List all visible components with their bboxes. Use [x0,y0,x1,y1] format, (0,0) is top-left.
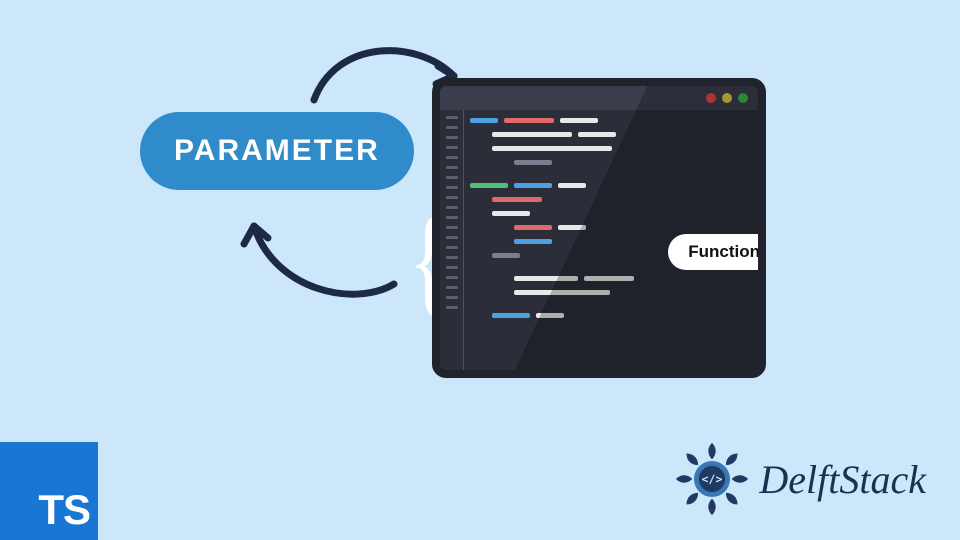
minimize-icon [722,93,732,103]
delftstack-text: DelftStack [759,456,926,503]
typescript-logo: TS [0,442,98,540]
function-pill: Function [668,234,766,270]
svg-text:</>: </> [702,472,723,486]
delftstack-emblem-icon: </> [671,438,753,520]
window-titlebar [440,86,758,110]
parameter-label: PARAMETER [174,134,380,167]
typescript-logo-text: TS [38,486,90,534]
function-label: Function [688,242,760,261]
close-icon [706,93,716,103]
maximize-icon [738,93,748,103]
arrow-bottom [224,190,414,310]
code-window: Function [432,78,766,378]
delftstack-logo: </> DelftStack [671,438,926,520]
line-gutter [440,110,464,370]
parameter-pill: PARAMETER [140,112,414,190]
